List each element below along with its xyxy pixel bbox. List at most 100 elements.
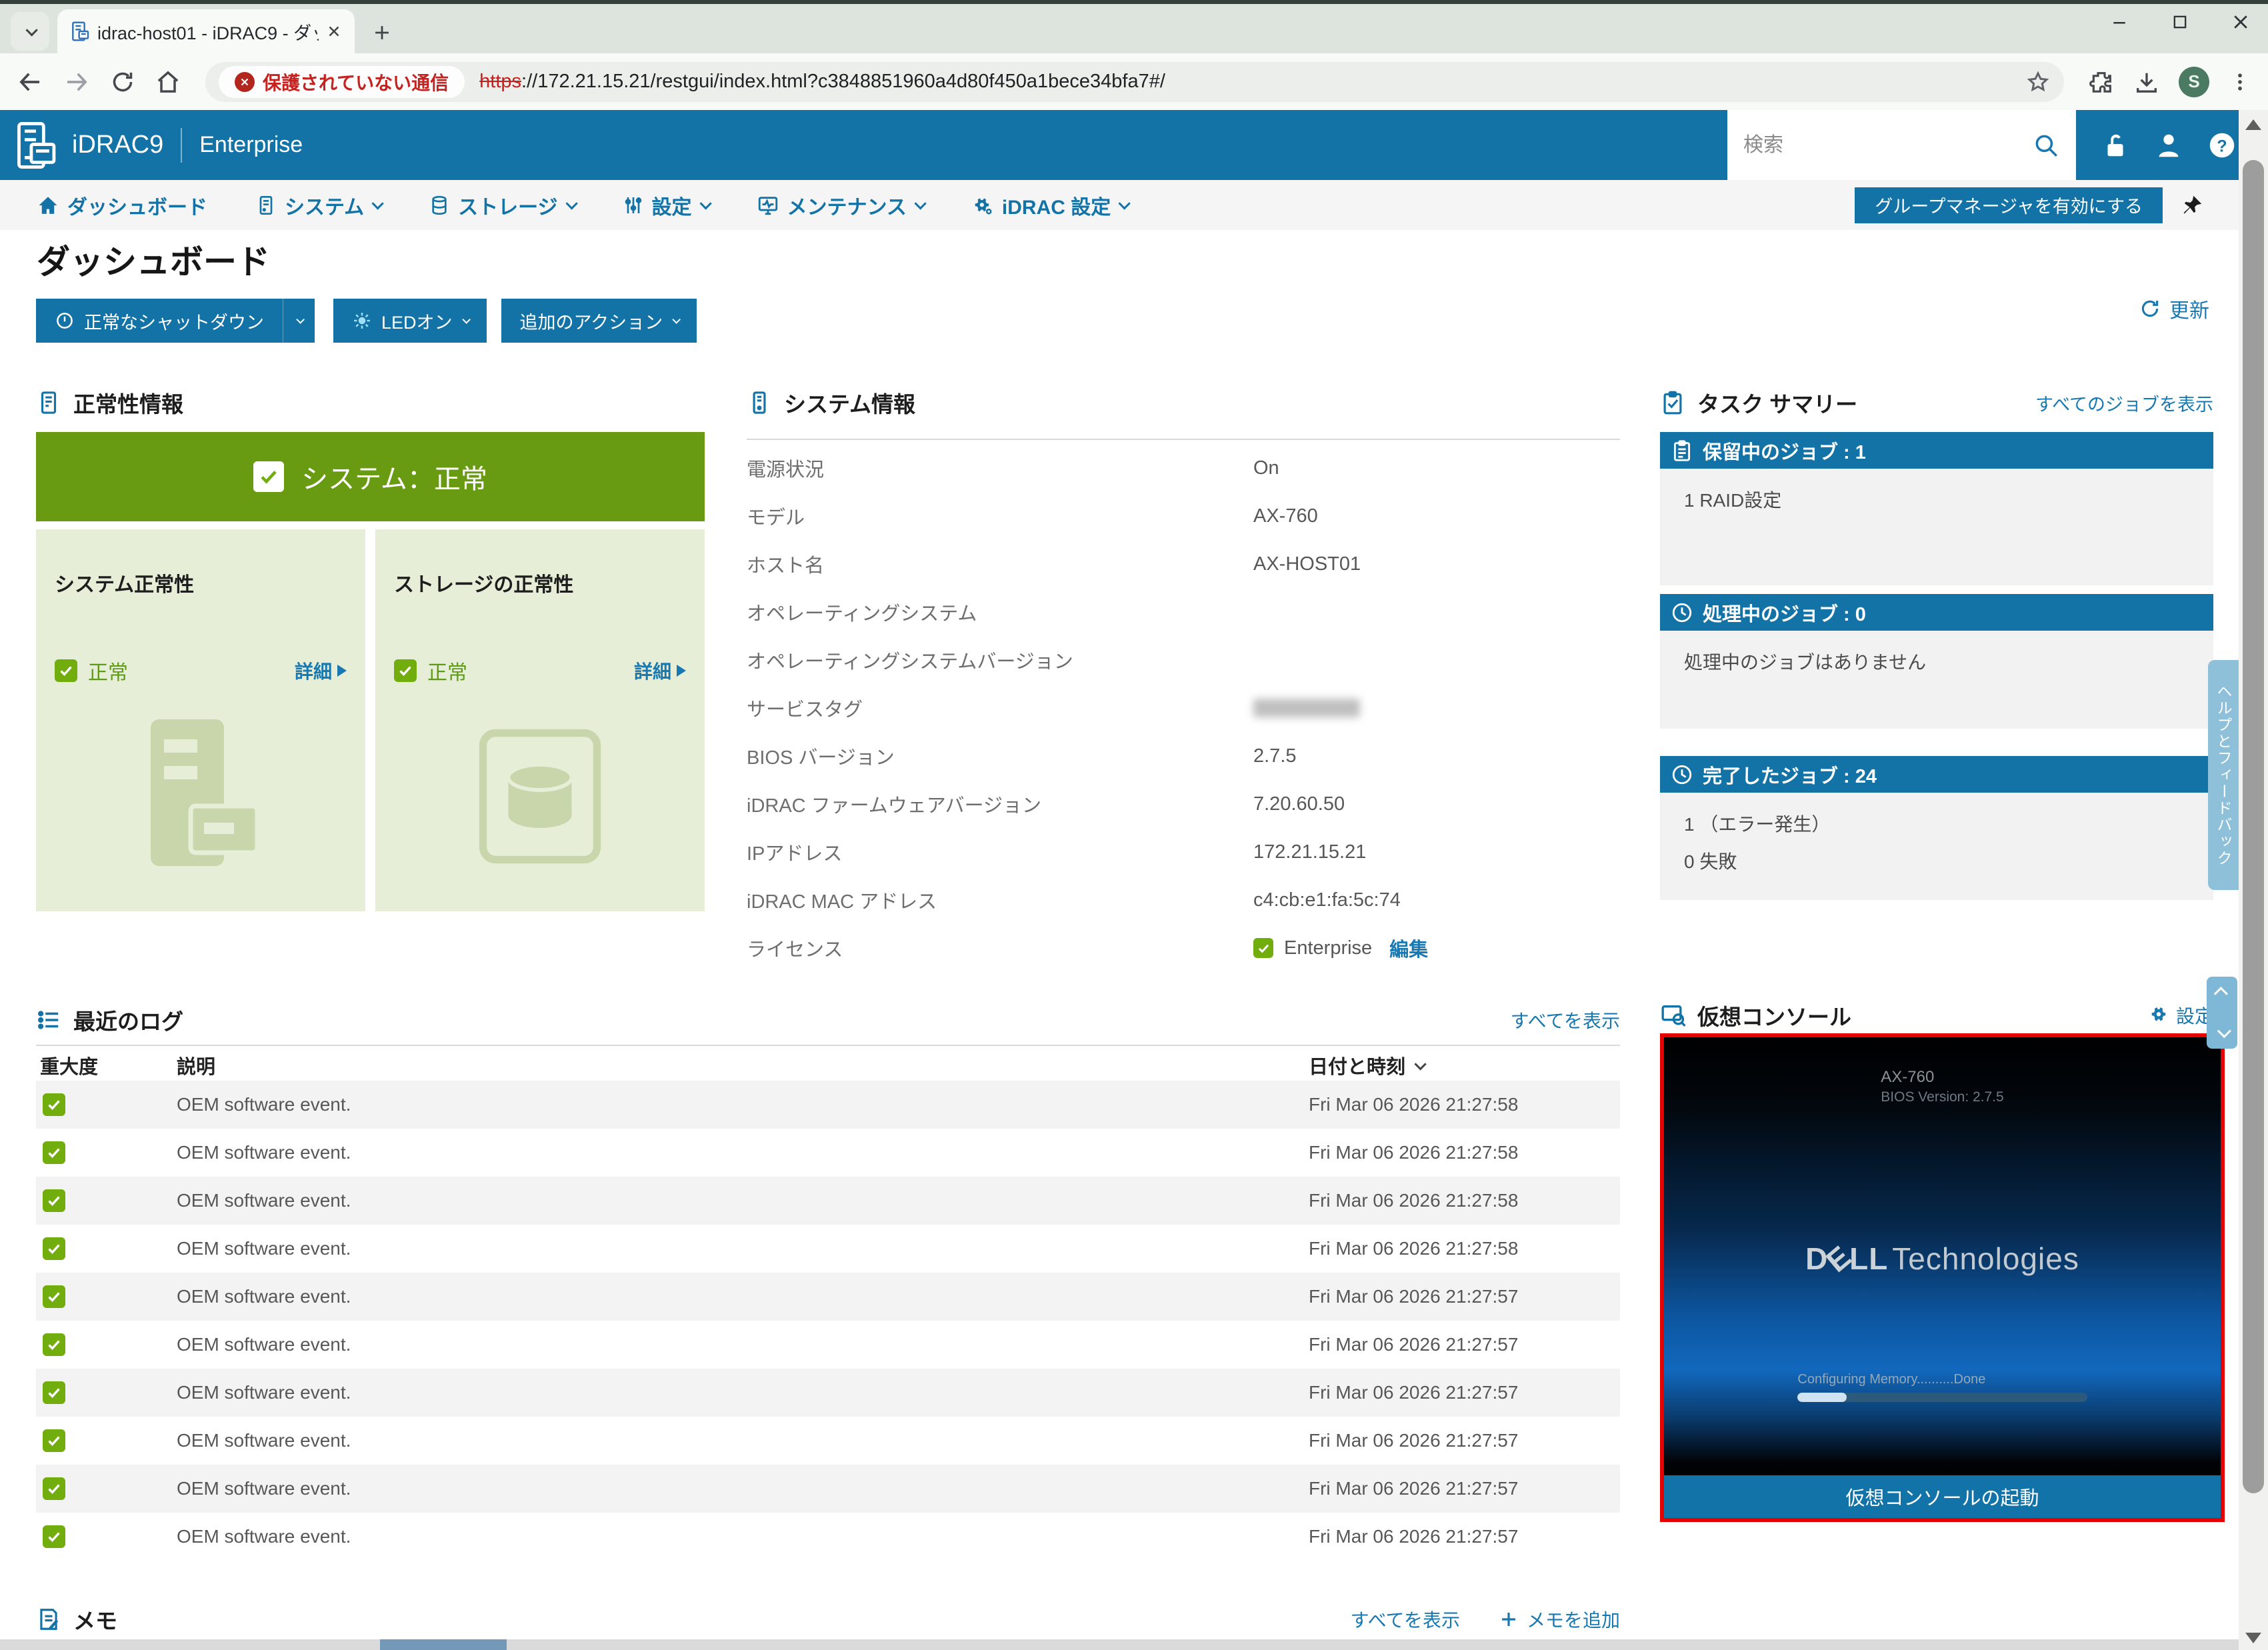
horizontal-scroll-thumb[interactable] xyxy=(380,1639,507,1650)
table-row[interactable]: OEM software event. Fri Mar 06 2026 21:2… xyxy=(36,1369,1620,1417)
pin-icon[interactable] xyxy=(2180,193,2204,217)
enable-group-manager-button[interactable]: グループマネージャを有効にする xyxy=(1855,187,2163,223)
url-scheme: https xyxy=(479,71,521,92)
log-table-header: 重大度 説明 日付と時刻 xyxy=(36,1046,1620,1081)
ok-status-icon xyxy=(43,1189,65,1212)
details-link[interactable]: 詳細 xyxy=(634,657,686,684)
table-row[interactable]: OEM software event. Fri Mar 06 2026 21:2… xyxy=(36,1465,1620,1513)
more-actions-button[interactable]: 追加のアクション xyxy=(501,299,697,343)
job-line[interactable]: 1 RAID設定 xyxy=(1684,486,2189,513)
virtual-console-icon xyxy=(1660,1002,1687,1029)
section-scroll-widget[interactable] xyxy=(2207,977,2237,1049)
launch-virtual-console-button[interactable]: 仮想コンソールの起動 xyxy=(1664,1475,2221,1518)
view-all-jobs-link[interactable]: すべてのジョブを表示 xyxy=(2035,390,2213,416)
job-line[interactable]: 1 （エラー発生） xyxy=(1684,810,2189,837)
new-tab-button[interactable] xyxy=(371,21,393,44)
window-minimize-button[interactable] xyxy=(2109,12,2129,32)
console-bios-text: BIOS Version: 2.7.5 xyxy=(1881,1089,2003,1105)
back-button[interactable] xyxy=(16,68,44,96)
table-row[interactable]: OEM software event. Fri Mar 06 2026 21:2… xyxy=(36,1273,1620,1321)
nav-storage[interactable]: ストレージ xyxy=(429,191,574,220)
table-row[interactable]: OEM software event. Fri Mar 06 2026 21:2… xyxy=(36,1321,1620,1369)
triangle-right-icon xyxy=(677,665,686,677)
task-summary-icon xyxy=(1660,390,1685,415)
nav-system[interactable]: システム xyxy=(255,191,381,220)
chevron-up-icon[interactable] xyxy=(2213,987,2227,1001)
console-settings-link[interactable]: 設定 xyxy=(2148,1002,2213,1029)
table-row[interactable]: OEM software event. Fri Mar 06 2026 21:2… xyxy=(36,1417,1620,1465)
browser-profile-avatar[interactable]: S xyxy=(2179,67,2209,97)
table-row[interactable]: OEM software event. Fri Mar 06 2026 21:2… xyxy=(36,1129,1620,1177)
window-maximize-button[interactable] xyxy=(2171,13,2189,31)
boot-progress-text: Configuring Memory..........Done xyxy=(1797,1372,2087,1387)
vertical-scrollbar[interactable] xyxy=(2239,110,2268,1650)
browser-tab-strip: idrac-host01 - iDRAC9 - ダッシュ xyxy=(0,4,2268,53)
console-screen: AX-760 BIOS Version: 2.7.5 DELLTechnolog… xyxy=(1664,1037,2221,1475)
virtual-console-preview[interactable]: AX-760 BIOS Version: 2.7.5 DELLTechnolog… xyxy=(1660,1033,2225,1522)
virtual-console-section: 仮想コンソール 設定 AX-760 BIOS Version: 2.7. xyxy=(1660,997,2213,1561)
chevron-down-icon[interactable] xyxy=(2217,1024,2231,1038)
browser-tab[interactable]: idrac-host01 - iDRAC9 - ダッシュ xyxy=(57,9,355,53)
graceful-shutdown-button[interactable]: 正常なシャットダウン xyxy=(36,299,283,343)
search-input[interactable] xyxy=(1743,134,2032,157)
table-row[interactable]: OEM software event. Fri Mar 06 2026 21:2… xyxy=(36,1225,1620,1273)
column-datetime[interactable]: 日付と時刻 xyxy=(1309,1051,1620,1079)
window-close-button[interactable] xyxy=(2231,12,2251,32)
scroll-up-arrow[interactable] xyxy=(2245,119,2261,130)
memo-view-all-link[interactable]: すべてを表示 xyxy=(1351,1606,1460,1633)
bookmark-star-icon[interactable] xyxy=(2025,69,2051,95)
tab-close-icon[interactable] xyxy=(325,23,343,40)
health-section: 正常性情報 システム：正常 システム正常性 正常 xyxy=(36,373,705,972)
main-nav: ダッシュボード システム ストレージ 設定 xyxy=(0,180,2268,230)
nav-idrac-settings[interactable]: iDRAC 設定 xyxy=(971,191,1127,220)
storage-icon xyxy=(429,195,450,216)
progress-bar xyxy=(1797,1393,2087,1402)
vertical-scroll-thumb[interactable] xyxy=(2243,160,2264,1493)
details-link[interactable]: 詳細 xyxy=(295,657,347,684)
global-search[interactable] xyxy=(1727,110,2076,180)
horizontal-scrollbar[interactable] xyxy=(0,1639,2239,1650)
ok-status-icon xyxy=(55,659,77,682)
home-button[interactable] xyxy=(155,69,181,95)
nav-dashboard[interactable]: ダッシュボード xyxy=(37,191,207,220)
svg-text:?: ? xyxy=(2217,137,2227,155)
table-row[interactable]: OEM software event. Fri Mar 06 2026 21:2… xyxy=(36,1081,1620,1129)
idrac-logo-icon xyxy=(13,120,59,171)
forward-button[interactable] xyxy=(63,68,91,96)
memo-add-link[interactable]: メモを追加 xyxy=(1499,1606,1620,1633)
downloads-icon[interactable] xyxy=(2133,69,2160,95)
reload-button[interactable] xyxy=(109,69,136,95)
refresh-link[interactable]: 更新 xyxy=(2139,294,2209,323)
idrac-header: iDRAC9 Enterprise ? xyxy=(0,110,2268,180)
tab-search-button[interactable] xyxy=(11,12,49,51)
nav-configuration[interactable]: 設定 xyxy=(623,191,709,220)
search-icon[interactable] xyxy=(2032,131,2060,159)
security-warning-chip[interactable]: 保護されていない通信 xyxy=(219,66,465,98)
completed-jobs-header: 完了したジョブ : 24 xyxy=(1660,756,2213,793)
license-edit-link[interactable]: 編集 xyxy=(1389,934,1428,962)
job-line[interactable]: 0 失敗 xyxy=(1684,847,2189,874)
table-row[interactable]: OEM software event. Fri Mar 06 2026 21:2… xyxy=(36,1513,1620,1561)
help-feedback-tab[interactable]: ヘルプとフィードバック xyxy=(2208,660,2239,890)
column-description[interactable]: 説明 xyxy=(177,1051,1309,1079)
help-icon[interactable]: ? xyxy=(2207,130,2237,161)
system-health-banner[interactable]: システム：正常 xyxy=(36,432,705,521)
scroll-down-arrow[interactable] xyxy=(2245,1633,2261,1643)
check-icon xyxy=(253,461,284,492)
gear-icon xyxy=(2148,1005,2169,1026)
led-on-button[interactable]: LEDオン xyxy=(333,299,487,343)
card-title: ストレージの正常性 xyxy=(394,568,686,597)
nav-maintenance[interactable]: メンテナンス xyxy=(757,191,923,220)
unlock-icon[interactable] xyxy=(2100,130,2131,161)
extensions-icon[interactable] xyxy=(2088,69,2115,95)
license-row: ライセンス Enterprise 編集 xyxy=(747,924,1620,972)
address-bar[interactable]: 保護されていない通信 https://172.21.15.21/restgui/… xyxy=(205,62,2064,102)
memo-section: メモ すべてを表示 メモを追加 xyxy=(36,1603,1620,1635)
view-all-logs-link[interactable]: すべてを表示 xyxy=(1511,1007,1620,1033)
column-severity[interactable]: 重大度 xyxy=(36,1051,177,1079)
browser-menu-icon[interactable] xyxy=(2228,70,2252,94)
url-text: https://172.21.15.21/restgui/index.html?… xyxy=(479,71,2025,93)
shutdown-dropdown-button[interactable] xyxy=(283,299,315,343)
table-row[interactable]: OEM software event. Fri Mar 06 2026 21:2… xyxy=(36,1177,1620,1225)
user-icon[interactable] xyxy=(2153,130,2184,161)
